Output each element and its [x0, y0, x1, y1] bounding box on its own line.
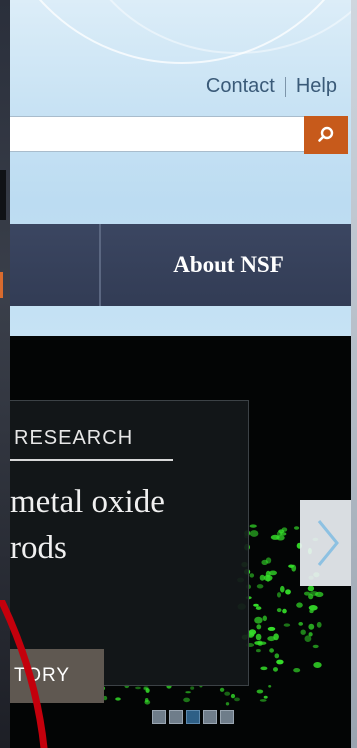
utility-separator [284, 76, 286, 97]
search-button[interactable] [304, 116, 348, 154]
hero-kicker: RESEARCH [14, 427, 134, 449]
search-icon [318, 126, 334, 142]
carousel-next-button[interactable] [300, 500, 355, 586]
main-nav: About NSF [10, 224, 355, 306]
carousel-dot[interactable] [203, 710, 217, 724]
carousel-dot[interactable] [152, 710, 166, 724]
utility-nav: Contact Help [206, 75, 337, 98]
nav-item-about-nsf[interactable]: About NSF [102, 224, 355, 306]
carousel-pager [152, 710, 234, 724]
hero-kicker-rule [10, 459, 173, 461]
carousel-dot[interactable] [220, 710, 234, 724]
hero-title-line: rods [10, 530, 67, 566]
carousel-dot[interactable] [186, 710, 200, 724]
contact-link[interactable]: Contact [206, 75, 275, 98]
hero-carousel: RESEARCH metal oxide rods TORY [10, 336, 355, 748]
nav-divider [99, 224, 101, 306]
browser-frame-right [351, 0, 357, 748]
red-annotation-stroke [0, 600, 48, 748]
help-link[interactable]: Help [296, 75, 337, 98]
chevron-right-icon [317, 520, 339, 566]
search-input[interactable] [10, 116, 306, 152]
hero-title: metal oxide rods [10, 479, 246, 571]
hero-title-line: metal oxide [10, 484, 165, 520]
carousel-dot[interactable] [169, 710, 183, 724]
